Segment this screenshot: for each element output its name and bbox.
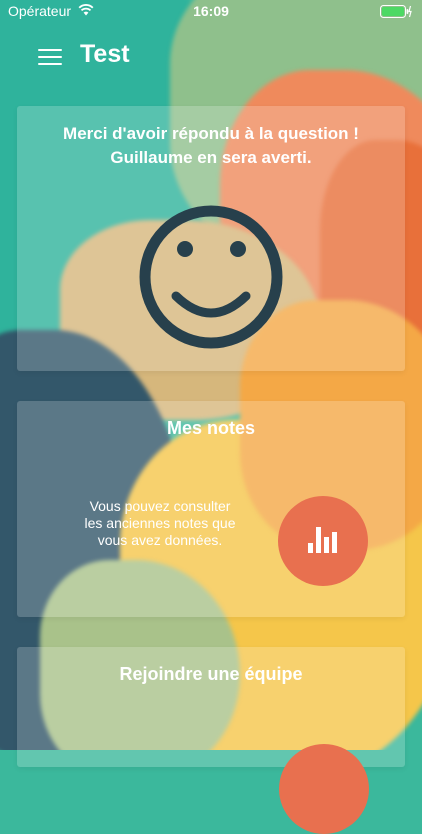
notes-title: Mes notes [166,418,256,438]
notes-text-line-2: les anciennes notes que [84,515,236,531]
bar-chart-icon [308,527,337,553]
notes-card: Mes notes Vous pouvez consulter les anci… [17,401,405,617]
join-team-card: Rejoindre une équipe [17,647,405,834]
confirmation-line-2: Guillaume en sera averti. [110,148,312,167]
confirmation-line-1: Merci d'avoir répondu à la question ! [63,124,359,143]
notes-description: Vous pouvez consulter les anciennes note… [65,498,255,549]
view-notes-button[interactable] [278,496,368,586]
notes-text-line-1: Vous pouvez consulter [89,498,231,514]
clock: 16:09 [193,3,229,19]
menu-icon[interactable] [38,49,62,67]
join-team-title: Rejoindre une équipe [119,664,303,684]
notes-text-line-3: vous avez données. [97,532,223,548]
status-bar: Opérateur 16:09 [0,0,422,22]
join-team-button[interactable] [279,744,369,834]
confirmation-message: Merci d'avoir répondu à la question ! Gu… [33,122,389,170]
battery-icon [380,5,412,21]
confirmation-card: Merci d'avoir répondu à la question ! Gu… [17,106,405,371]
page-title: Test [80,40,130,68]
smiley-icon [139,205,283,349]
nav-bar: Test [0,30,422,80]
